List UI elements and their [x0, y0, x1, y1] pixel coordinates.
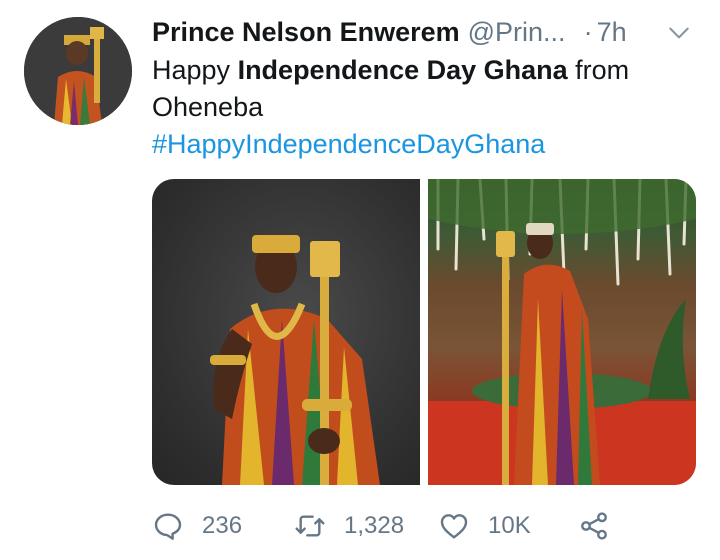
- like-button[interactable]: 10K: [438, 506, 531, 546]
- hashtag-link[interactable]: #HappyIndependenceDayGhana: [152, 126, 692, 163]
- reply-icon: [154, 513, 182, 540]
- like-count: 10K: [488, 512, 531, 539]
- chevron-down-icon[interactable]: [666, 20, 692, 46]
- tweet-text: Happy Independence Day Ghana from Oheneb…: [152, 52, 692, 163]
- share-button[interactable]: [578, 506, 610, 546]
- tweet-text-part: Happy: [152, 55, 238, 85]
- tweet-media: [152, 179, 696, 485]
- retweet-button[interactable]: 1,328: [294, 506, 404, 546]
- separator-dot: ·: [583, 16, 593, 47]
- retweet-count: 1,328: [344, 512, 405, 539]
- reply-button[interactable]: 236: [152, 506, 242, 546]
- tweet-timestamp[interactable]: 7h: [597, 17, 627, 48]
- tweet-actions: 236 1,328 10K: [152, 506, 692, 546]
- retweet-icon: [295, 515, 325, 537]
- tweet[interactable]: Prince Nelson Enwerem @Prin... · 7h Happ…: [0, 0, 720, 560]
- tweet-header: Prince Nelson Enwerem @Prin... · 7h: [152, 14, 700, 50]
- tweet-text-bold: Independence Day Ghana: [237, 55, 568, 85]
- share-icon: [581, 512, 607, 540]
- photo-right[interactable]: [428, 179, 696, 485]
- avatar[interactable]: [24, 17, 132, 125]
- photo-left[interactable]: [152, 179, 420, 485]
- author-name[interactable]: Prince Nelson Enwerem: [152, 17, 460, 48]
- author-handle[interactable]: @Prin...: [468, 17, 566, 48]
- reply-count: 236: [202, 512, 243, 539]
- like-icon: [440, 514, 468, 539]
